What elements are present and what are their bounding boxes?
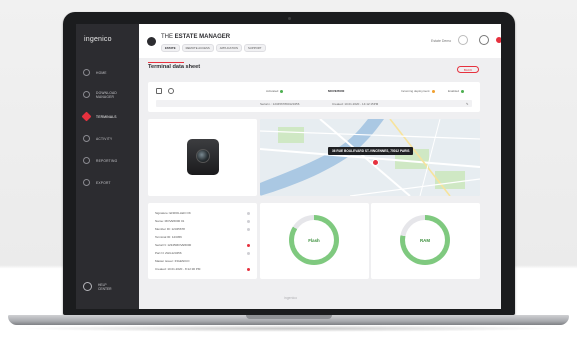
- detail-status-icon: [247, 220, 250, 223]
- sidebar-item-home[interactable]: HOME: [76, 64, 139, 81]
- map-address-label: 36 RUE BOULEVARD ST-VINCENNES, 75012 PAR…: [328, 147, 414, 155]
- laptop-shadow: [14, 325, 563, 332]
- laptop-notch: [246, 315, 332, 319]
- location-icon[interactable]: [168, 88, 174, 94]
- sidebar-item-label: ACTIVITY: [96, 136, 113, 141]
- download-icon: [83, 91, 90, 98]
- ram-gauge: RAM: [400, 215, 450, 265]
- gear-icon[interactable]: [479, 35, 489, 45]
- sidebar-item-label: DOWNLOAD MANAGER: [96, 90, 118, 99]
- back-button[interactable]: BACK: [457, 66, 479, 73]
- footer-logo: ingenico: [284, 296, 298, 300]
- notification-icon[interactable]: [496, 37, 501, 43]
- grid-icon[interactable]: [156, 88, 162, 94]
- terminal-icon: [81, 111, 92, 122]
- detail-row: Serial N: 12345MOVE5000: [155, 243, 192, 247]
- app-screen: ingenico HOME DOWNLOAD MANAGER TERMINALS…: [76, 24, 501, 309]
- map-card[interactable]: 36 RUE BOULEVARD ST-VINCENNES, 75012 PAR…: [260, 119, 480, 196]
- sidebar-item-label: HOME: [96, 70, 107, 75]
- detail-row: Signature: ENROLLED OK: [155, 211, 191, 215]
- flash-gauge-label: Flash: [294, 220, 334, 260]
- network-label: Enabled: [448, 89, 460, 93]
- avatar[interactable]: [458, 35, 468, 45]
- pill-remote-access[interactable]: REMOTE ACCESS: [181, 44, 214, 52]
- export-icon: [83, 179, 90, 186]
- sidebar-item-activity[interactable]: ACTIVITY: [76, 130, 139, 147]
- status-text: Activated: [266, 89, 284, 93]
- user-name: Estate Demo: [431, 39, 452, 43]
- app-title-main: ESTATE MANAGER: [174, 34, 231, 40]
- app-title-prefix: THE: [161, 34, 173, 40]
- pill-support[interactable]: SUPPORT: [244, 44, 266, 52]
- detail-row: Member ID: 12345678: [155, 227, 185, 231]
- detail-row: Master issuer: INGENICO: [155, 259, 190, 263]
- detail-row: Name: MOVE5000 01: [155, 219, 185, 223]
- sidebar-item-export[interactable]: EXPORT: [76, 174, 139, 191]
- sidebar-item-terminals[interactable]: TERMINALS: [76, 108, 139, 125]
- app-title: THE ESTATE MANAGER: [161, 34, 230, 40]
- detail-alert-icon: [247, 244, 250, 247]
- sidebar: ingenico HOME DOWNLOAD MANAGER TERMINALS…: [76, 24, 139, 309]
- terminal-image-card: [148, 119, 257, 196]
- status-dot: [280, 89, 284, 93]
- sidebar-item-label: EXPORT: [96, 180, 111, 185]
- detail-status-icon: [247, 228, 250, 231]
- detail-row: Terminal ID: 123456: [155, 235, 182, 239]
- detail-row: Part N: ZHG123456: [155, 251, 182, 255]
- detail-status-icon: [247, 252, 250, 255]
- flash-gauge: Flash: [289, 215, 339, 265]
- sidebar-item-label: TERMINALS: [96, 114, 117, 119]
- laptop-base: [8, 315, 569, 325]
- home-icon: [83, 69, 90, 76]
- terminal-name: MOVE/5000: [328, 89, 345, 93]
- activity-icon: [83, 135, 90, 142]
- top-header: THE ESTATE MANAGER ESTATE REMOTE ACCESS …: [139, 24, 501, 58]
- network-text: Enabled: [448, 89, 465, 93]
- monitoring-dot: [431, 89, 435, 93]
- edit-icon[interactable]: ✎: [466, 102, 469, 106]
- help-label: HELP CENTER: [98, 282, 112, 291]
- detail-row: Created: 10.01.2020 - 8:12:30 PM: [155, 267, 201, 271]
- serial-text: Serial n.: 1234567890123456: [260, 102, 300, 106]
- terminal-details-card: Signature: ENROLLED OK Name: MOVE5000 01…: [148, 203, 257, 279]
- network-dot: [461, 89, 465, 93]
- detail-alert-icon: [247, 268, 250, 271]
- ram-gauge-label: RAM: [405, 220, 445, 260]
- info-row-secondary: Serial n.: 1234567890123456 Created: 10.…: [156, 100, 472, 107]
- brand-logo: ingenico: [84, 36, 112, 43]
- header-pills: ESTATE REMOTE ACCESS APPLICATION SUPPORT: [161, 44, 266, 52]
- map-graphic: [260, 119, 480, 196]
- title-underline: [148, 62, 184, 63]
- help-center-link[interactable]: HELP CENTER: [83, 282, 118, 291]
- reporting-icon: [83, 157, 90, 164]
- help-icon: [83, 282, 92, 291]
- camera: [288, 17, 291, 20]
- sidebar-item-label: REPORTING: [96, 158, 118, 163]
- status-label: Activated: [266, 89, 279, 93]
- pill-estate[interactable]: ESTATE: [161, 44, 180, 52]
- ram-gauge-card: RAM: [371, 203, 480, 279]
- created-text: Created: 10.01.2020 - 14:12:15PM: [332, 102, 379, 106]
- pill-application[interactable]: APPLICATION: [215, 44, 243, 52]
- monitoring-label: Incoming deployment: [401, 89, 430, 93]
- sidebar-item-download-manager[interactable]: DOWNLOAD MANAGER: [76, 86, 139, 103]
- monitoring-text: Incoming deployment: [401, 89, 435, 93]
- app-logo-icon: [147, 37, 156, 46]
- sidebar-nav: HOME DOWNLOAD MANAGER TERMINALS ACTIVITY…: [76, 64, 139, 196]
- page-title: Terminal data sheet: [148, 64, 201, 70]
- device-lens: [196, 149, 210, 163]
- sidebar-item-reporting[interactable]: REPORTING: [76, 152, 139, 169]
- terminal-info-bar: Activated MOVE/5000 Incoming deployment …: [148, 82, 480, 112]
- map-pin-icon[interactable]: [372, 159, 379, 166]
- terminal-device-image: [187, 139, 219, 175]
- detail-status-icon: [247, 212, 250, 215]
- flash-gauge-card: Flash: [260, 203, 369, 279]
